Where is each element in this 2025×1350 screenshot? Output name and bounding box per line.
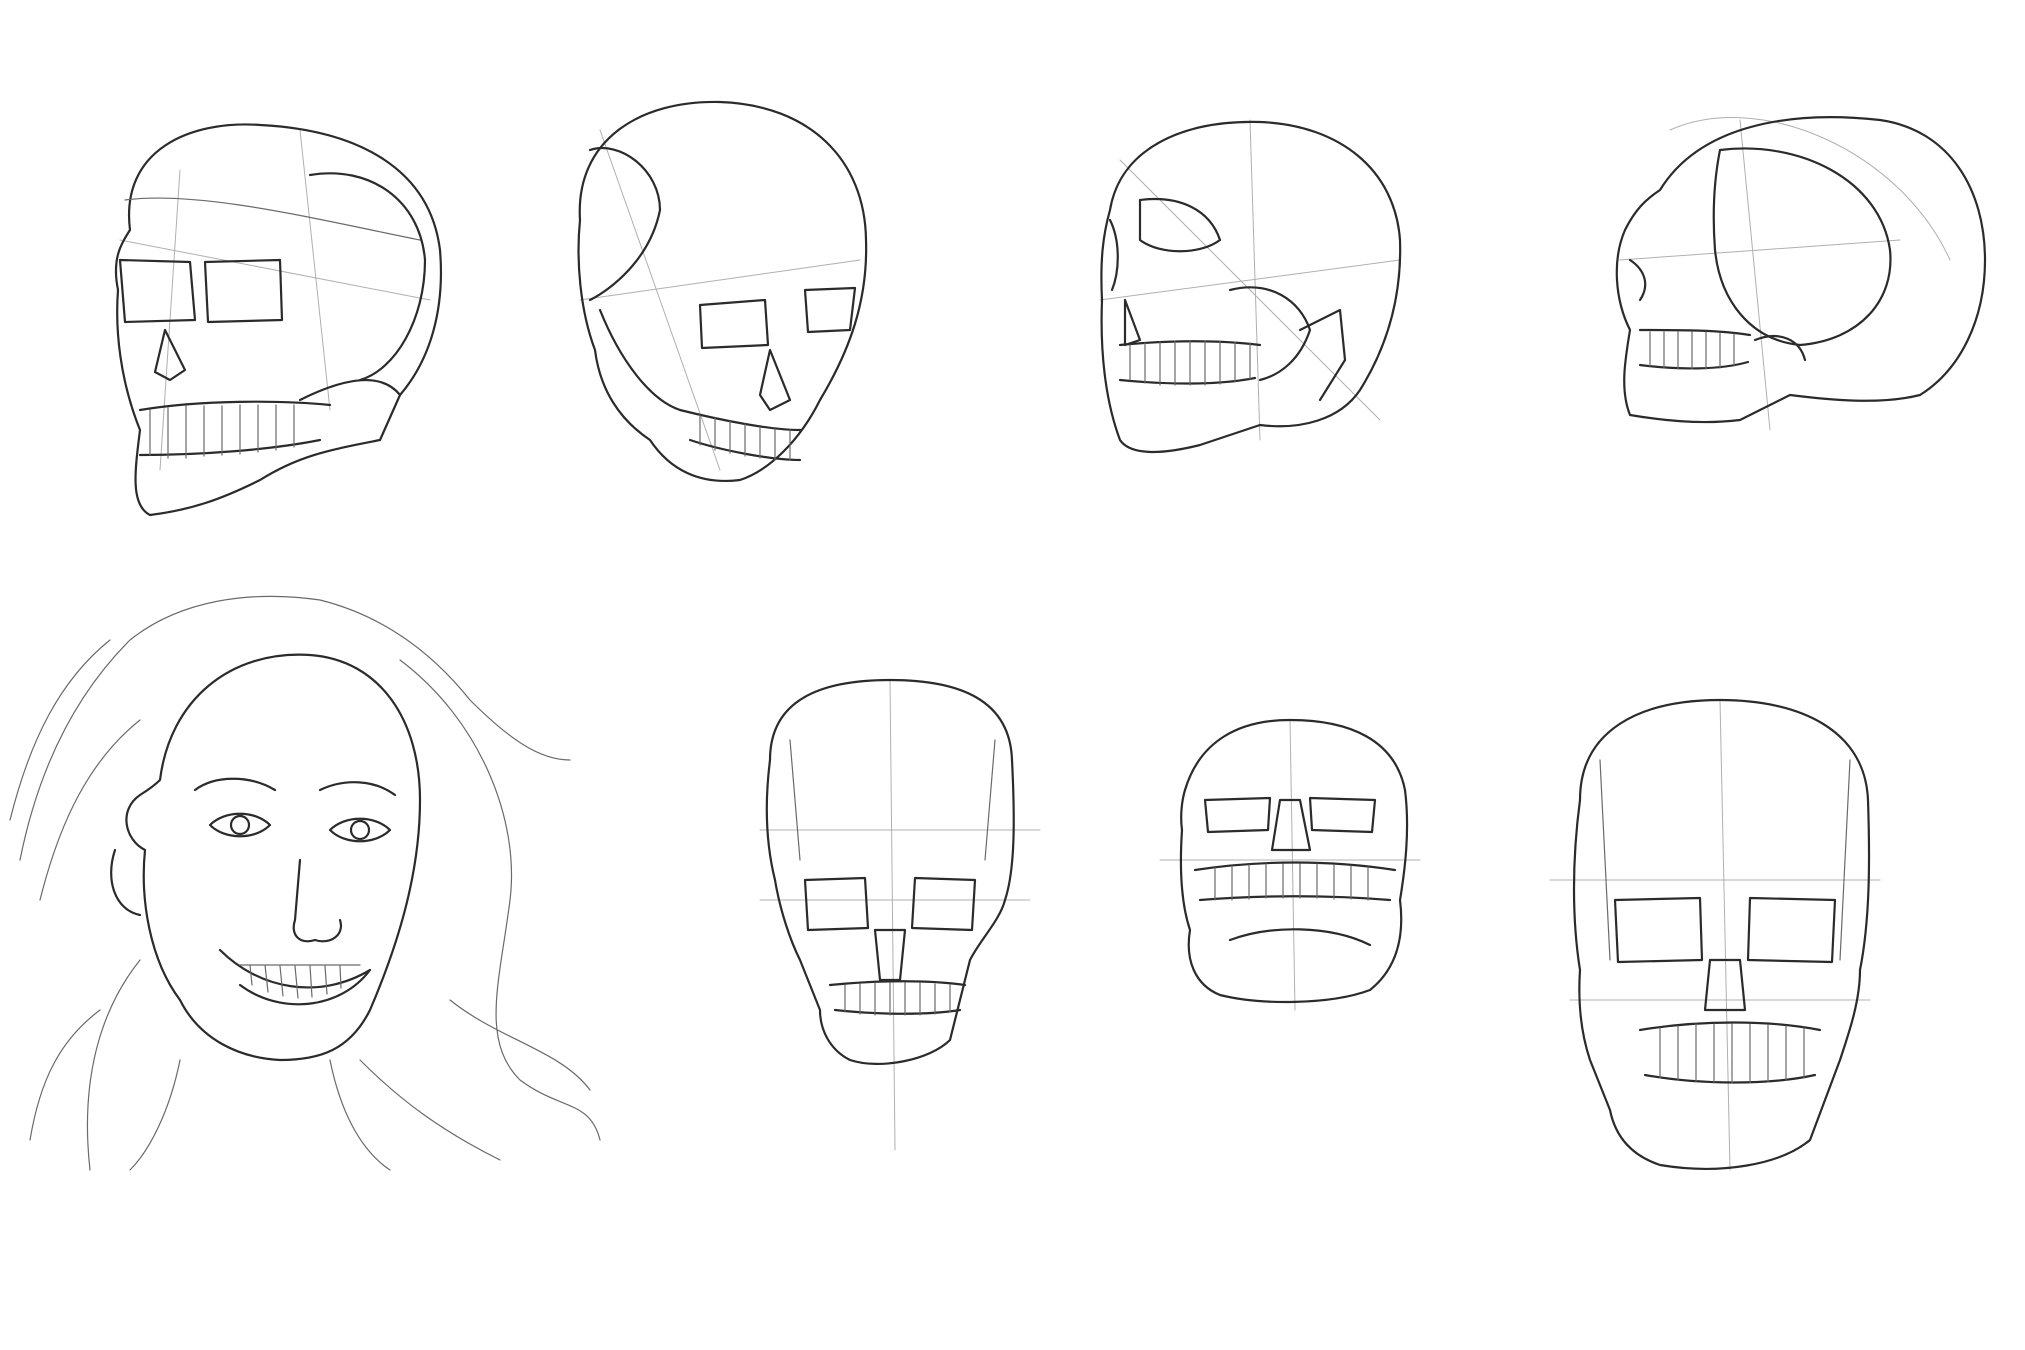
skull-front-narrow <box>759 678 1041 1151</box>
skull-from-below <box>1159 718 1421 1011</box>
skull-tilted-down <box>577 100 868 482</box>
skull-profile <box>1615 116 1987 431</box>
sketch-canvas <box>9 100 1987 1171</box>
skull-three-quarter-right <box>1099 119 1402 453</box>
woman-portrait-smiling <box>9 595 601 1171</box>
sketch-sheet <box>0 0 2025 1350</box>
skull-front-large <box>1549 698 1881 1171</box>
skull-three-quarter-left <box>114 123 443 517</box>
